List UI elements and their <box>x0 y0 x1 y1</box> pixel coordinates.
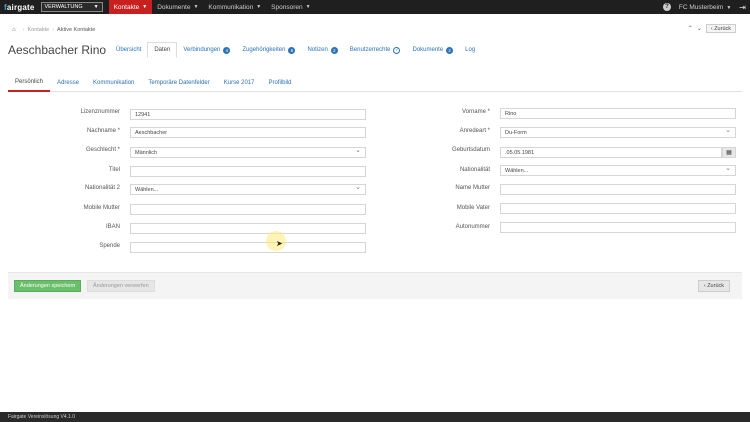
field-label-vorname: Vorname * <box>461 109 490 115</box>
nav-dokumente[interactable]: Dokumente ▼ <box>152 0 203 14</box>
tab-uebersicht[interactable]: Übersicht <box>110 42 147 58</box>
count-badge: 2 <box>330 46 338 54</box>
geschlecht-select[interactable]: Männlich <box>130 146 366 158</box>
field-label-mobile-mutter: Mobile Mutter <box>83 205 120 211</box>
mode-select[interactable]: VERWALTUNG ▼ <box>40 2 103 12</box>
breadcrumb-kontakte[interactable]: Kontakte <box>27 27 49 33</box>
mouse-cursor-icon: ➤ <box>276 239 283 248</box>
geburtsdatum-input[interactable]: .05.05.1981 <box>500 147 722 158</box>
anredeart-select[interactable]: Du-Form <box>500 126 736 138</box>
tab-daten[interactable]: Daten <box>147 42 178 58</box>
count-badge: 6 <box>288 46 296 54</box>
subtab-adresse[interactable]: Adresse <box>50 74 86 92</box>
discard-changes-button[interactable]: Änderungen verwerfen <box>87 280 155 292</box>
iban-input[interactable] <box>130 223 366 234</box>
spende-input[interactable] <box>130 242 366 253</box>
fairgate-logo[interactable]: fairgate <box>0 3 41 12</box>
chevron-left-icon: ‹ <box>710 25 713 32</box>
back-button-top[interactable]: ‹ Zurück <box>705 24 736 33</box>
field-label-nationalitaet-2: Nationalität 2 <box>84 185 120 191</box>
count-badge: 4 <box>223 46 231 54</box>
breadcrumb-aktive-kontakte: Aktive Kontakte <box>57 26 96 33</box>
chevron-down-icon: ▼ <box>726 4 732 11</box>
field-label-geschlecht: Geschlecht * <box>85 147 120 153</box>
contact-tabs: Übersicht Daten Verbindungen 4 Zugehörigk… <box>110 42 481 58</box>
home-icon[interactable]: ⌂ <box>12 27 16 33</box>
field-label-name-mutter: Name Mutter <box>455 185 490 191</box>
nav-kontakte[interactable]: Kontakte ▼ <box>108 0 153 14</box>
tab-dokumente[interactable]: Dokumente 2 <box>406 42 459 58</box>
subtab-temporaere-datenfelder[interactable]: Temporäre Datenfelder <box>141 74 216 92</box>
breadcrumb-separator-icon: › <box>22 26 25 33</box>
tab-verbindungen[interactable]: Verbindungen 4 <box>177 42 236 58</box>
subtab-profilbild[interactable]: Profilbild <box>261 74 298 92</box>
page-title: Aeschbacher Rino <box>8 43 107 57</box>
field-label-autonummer: Autonummer <box>455 224 490 230</box>
vorname-input[interactable]: Rino <box>500 108 736 119</box>
mobile-vater-input[interactable] <box>500 203 736 214</box>
top-navigation-bar: fairgate VERWALTUNG ▼ Kontakte ▼ Dokument… <box>0 0 750 14</box>
help-icon[interactable]: ? <box>662 3 671 11</box>
back-button-bottom[interactable]: ‹ Zurück <box>697 280 730 292</box>
tab-benutzerrechte[interactable]: Benutzerrechte ✓ <box>344 42 407 58</box>
save-changes-button[interactable]: Änderungen speichern <box>14 280 82 292</box>
nationalitaet-select[interactable]: Wählen... <box>500 164 736 176</box>
autonummer-input[interactable] <box>500 222 736 233</box>
form-action-bar: Änderungen speichern Änderungen verwerfe… <box>8 272 742 299</box>
chevron-down-icon: ▼ <box>142 4 148 10</box>
nationalitaet-2-select[interactable]: Wählen... <box>130 183 366 195</box>
data-subtabs: Persönlich Adresse Kommunikation Temporä… <box>8 74 742 92</box>
version-footer: Fairgate Vereinslösung V4.1.0 <box>0 412 750 422</box>
calendar-icon[interactable]: ▦ <box>722 147 736 158</box>
subtab-kommunikation[interactable]: Kommunikation <box>86 74 141 92</box>
breadcrumb: ⌂ › Kontakte › Aktive Kontakte ⌃ ⌄ ‹ Zur… <box>0 24 742 35</box>
mode-select-value: VERWALTUNG <box>44 4 83 10</box>
count-badge: 2 <box>446 46 454 54</box>
field-label-anredeart: Anredeart * <box>459 128 490 134</box>
mobile-mutter-input[interactable] <box>130 204 366 215</box>
logout-icon[interactable]: ⇥ <box>739 3 746 12</box>
check-icon: ✓ <box>393 46 401 54</box>
chevron-up-icon[interactable]: ⌃ <box>688 25 693 32</box>
tab-notizen[interactable]: Notizen 2 <box>301 42 343 58</box>
subtab-kurse-2017[interactable]: Kurse 2017 <box>217 74 262 92</box>
chevron-down-icon: ▼ <box>193 4 199 10</box>
chevron-left-icon: ‹ <box>703 283 706 289</box>
field-label-mobile-vater: Mobile Vater <box>456 205 490 211</box>
chevron-down-icon[interactable]: ⌄ <box>697 25 702 32</box>
field-label-titel: Titel <box>108 167 120 173</box>
chevron-down-icon: ▼ <box>305 4 311 10</box>
tab-log[interactable]: Log <box>459 42 481 58</box>
field-label-iban: IBAN <box>105 224 120 230</box>
titel-input[interactable] <box>130 166 366 177</box>
chevron-down-icon: ▼ <box>256 4 262 10</box>
field-label-spende: Spende <box>99 243 120 249</box>
field-label-nachname: Nachname * <box>86 128 120 134</box>
name-mutter-input[interactable] <box>500 184 736 195</box>
lizenznummer-input[interactable]: 12941 <box>130 109 366 120</box>
nachname-input[interactable]: Aeschbacher <box>130 127 366 138</box>
subtab-persoenlich[interactable]: Persönlich <box>8 74 51 92</box>
field-label-nationalitaet: Nationalität <box>459 167 490 173</box>
nav-kommunikation[interactable]: Kommunikation ▼ <box>203 0 266 14</box>
breadcrumb-separator-icon: › <box>52 26 55 33</box>
field-label-lizenznummer: Lizenznummer <box>80 109 120 115</box>
nav-sponsoren[interactable]: Sponsoren ▼ <box>266 0 315 14</box>
field-label-geburtsdatum: Geburtsdatum <box>451 147 490 153</box>
chevron-down-icon: ▼ <box>93 4 99 10</box>
tab-zugehoerigkeiten[interactable]: Zugehörigkeiten 6 <box>236 42 301 58</box>
club-menu[interactable]: FC Musterbeim ▼ <box>679 4 731 11</box>
